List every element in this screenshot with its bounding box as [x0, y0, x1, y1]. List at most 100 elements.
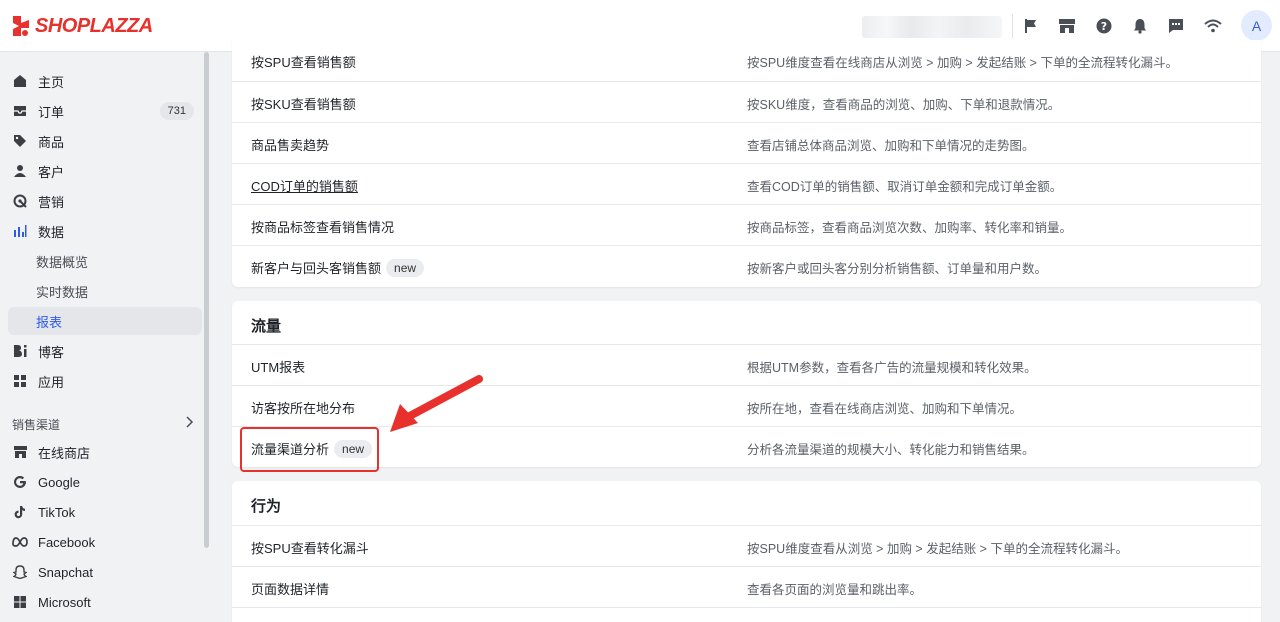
sales-reports-card: 按SPU查看销售额 按SPU维度查看在线商店从浏览 > 加购 > 发起结账 > …	[232, 40, 1261, 287]
report-description: 根据UTM参数，查看各广告的流量规模和转化效果。	[747, 361, 1037, 375]
report-name-link[interactable]: 访客按所在地分布	[251, 398, 355, 417]
shoplazza-logo[interactable]: SHOPLAZZA	[10, 13, 153, 39]
sidebar-item-label: Snapchat	[38, 564, 93, 580]
divider	[1012, 14, 1013, 38]
report-row[interactable]: 按SPU查看转化漏斗 按SPU维度查看从浏览 > 加购 > 发起结账 > 下单的…	[232, 525, 1261, 566]
sidebar-item-home[interactable]: 主页	[8, 67, 202, 95]
help-icon[interactable]: ?	[1094, 16, 1114, 36]
blog-icon	[12, 343, 28, 359]
sidebar-channel-microsoft[interactable]: Microsoft	[8, 588, 202, 616]
meta-icon	[12, 534, 28, 550]
flag-icon[interactable]	[1021, 16, 1041, 36]
report-row[interactable]: 商品售卖趋势 查看店铺总体商品浏览、加购和下单情况的走势图。	[232, 122, 1261, 163]
report-name-link[interactable]: 页面数据详情	[251, 579, 329, 598]
sidebar-scrollbar[interactable]	[204, 52, 209, 548]
report-row[interactable]: 页面数据详情 查看各页面的浏览量和跳出率。	[232, 566, 1261, 607]
tiktok-icon	[12, 504, 28, 520]
sidebar-channel-tiktok[interactable]: TikTok	[8, 498, 202, 526]
sidebar-item-analytics[interactable]: 数据	[8, 217, 202, 245]
report-description: 按SPU维度查看在线商店从浏览 > 加购 > 发起结账 > 下单的全流程转化漏斗…	[747, 56, 1178, 70]
sidebar-item-orders[interactable]: 订单 731	[8, 97, 202, 125]
report-description: 按SPU维度查看从浏览 > 加购 > 发起结账 > 下单的全流程转化漏斗。	[747, 542, 1128, 556]
sidebar-item-products[interactable]: 商品	[8, 127, 202, 155]
sidebar-item-label: 博客	[38, 344, 65, 360]
reports-content: 按SPU查看销售额 按SPU维度查看在线商店从浏览 > 加购 > 发起结账 > …	[232, 40, 1261, 622]
sidebar-channel-snapchat[interactable]: Snapchat	[8, 558, 202, 586]
tag-icon	[12, 133, 28, 149]
sidebar-channel-google[interactable]: Google	[8, 468, 202, 496]
message-icon[interactable]	[1166, 16, 1186, 36]
report-name-link[interactable]: 按SPU查看转化漏斗	[251, 538, 369, 557]
avatar[interactable]: A	[1241, 10, 1272, 41]
report-name-link[interactable]: 商品售卖趋势	[251, 135, 329, 154]
report-row[interactable]: 新客户与回头客销售额 new 按新客户或回头客分别分析销售额、订单量和用户数。	[232, 245, 1261, 286]
sidebar-item-label: 客户	[38, 164, 65, 180]
report-name-link[interactable]: COD订单的销售额	[251, 176, 358, 195]
sidebar-item-label: TikTok	[38, 504, 76, 520]
report-description: 按SKU维度，查看商品的浏览、加购、下单和退款情况。	[747, 98, 1061, 112]
report-name-link[interactable]: 按SKU查看销售额	[251, 94, 356, 113]
report-description: 查看店铺总体商品浏览、加购和下单情况的走势图。	[747, 139, 1035, 153]
sidebar-item-label: 订单	[38, 104, 65, 120]
shoplazza-logo-icon	[13, 16, 29, 36]
report-row	[232, 607, 1261, 622]
report-row[interactable]: 按商品标签查看销售情况 按商品标签，查看商品浏览次数、加购率、转化率和销量。	[232, 204, 1261, 245]
bell-icon[interactable]	[1130, 16, 1150, 36]
sidebar-item-label: 营销	[38, 194, 65, 210]
sidebar-item-blog[interactable]: 博客	[8, 337, 202, 365]
sales-channels-label: 销售渠道	[12, 418, 61, 432]
sidebar-item-label: 报表	[36, 314, 63, 330]
report-description: 按所在地，查看在线商店浏览、加购和下单情况。	[747, 402, 1023, 416]
new-badge: new	[386, 258, 425, 277]
chart-icon	[12, 223, 28, 239]
sidebar-item-apps[interactable]: 应用	[8, 367, 202, 395]
apps-icon	[12, 373, 28, 389]
sidebar: 主页 订单 731 商品 客户 营销 数据 数据概览 实时数据 报表 博客 应用…	[0, 52, 212, 622]
sidebar-item-label: 商品	[38, 134, 65, 150]
report-row[interactable]: COD订单的销售额 查看COD订单的销售额、取消订单金额和完成订单金额。	[232, 163, 1261, 204]
section-title-behavior: 行为	[251, 498, 282, 515]
microsoft-icon	[12, 594, 28, 610]
home-icon	[12, 73, 28, 89]
red-arrow-annotation	[390, 375, 483, 432]
report-row[interactable]: 按SPU查看销售额 按SPU维度查看在线商店从浏览 > 加购 > 发起结账 > …	[232, 40, 1261, 81]
sidebar-item-data-overview[interactable]: 数据概览	[8, 247, 202, 275]
sidebar-item-label: 主页	[38, 74, 65, 90]
report-name-link[interactable]: 按商品标签查看销售情况	[251, 217, 394, 236]
highlight-box-annotation	[240, 427, 379, 472]
report-name-link[interactable]: UTM报表	[251, 357, 305, 376]
report-description: 查看COD订单的销售额、取消订单金额和完成订单金额。	[747, 180, 1063, 194]
snapchat-icon	[12, 564, 28, 580]
sidebar-item-reports[interactable]: 报表	[8, 307, 202, 335]
wifi-icon[interactable]	[1203, 16, 1223, 36]
sidebar-channel-online-store[interactable]: 在线商店	[8, 438, 202, 466]
sidebar-item-label: 在线商店	[38, 445, 91, 461]
report-name-link[interactable]: 按SPU查看销售额	[251, 52, 356, 71]
google-icon	[12, 474, 28, 490]
user-icon	[12, 163, 28, 179]
report-name-link[interactable]: 新客户与回头客销售额 new	[251, 258, 425, 277]
behavior-reports-card: 行为 按SPU查看转化漏斗 按SPU维度查看从浏览 > 加购 > 发起结账 > …	[232, 481, 1261, 622]
sidebar-item-customers[interactable]: 客户	[8, 157, 202, 185]
sidebar-item-label: 数据概览	[36, 254, 89, 270]
store-icon	[12, 444, 28, 460]
section-title-traffic: 流量	[251, 318, 282, 335]
logo-text: SHOPLAZZA	[35, 14, 153, 37]
orders-count-badge: 731	[159, 102, 194, 120]
sidebar-item-realtime[interactable]: 实时数据	[8, 277, 202, 305]
report-description: 按商品标签，查看商品浏览次数、加购率、转化率和销量。	[747, 221, 1073, 235]
sidebar-item-marketing[interactable]: 营销	[8, 187, 202, 215]
store-icon[interactable]	[1057, 16, 1077, 36]
sidebar-channel-facebook[interactable]: Facebook	[8, 528, 202, 556]
svg-text:?: ?	[1101, 20, 1107, 33]
report-description: 查看各页面的浏览量和跳出率。	[747, 583, 923, 597]
report-description: 分析各流量渠道的规模大小、转化能力和销售结果。	[747, 443, 1035, 457]
report-name: 新客户与回头客销售额	[251, 261, 382, 276]
report-description: 按新客户或回头客分别分析销售额、订单量和用户数。	[747, 262, 1048, 276]
sidebar-item-label: 实时数据	[36, 284, 89, 300]
report-row[interactable]: 按SKU查看销售额 按SKU维度，查看商品的浏览、加购、下单和退款情况。	[232, 81, 1261, 122]
sidebar-item-label: 应用	[38, 374, 65, 390]
store-name-blurred[interactable]	[862, 16, 1002, 38]
marketing-icon	[12, 193, 28, 209]
chevron-right-icon[interactable]	[184, 416, 194, 431]
